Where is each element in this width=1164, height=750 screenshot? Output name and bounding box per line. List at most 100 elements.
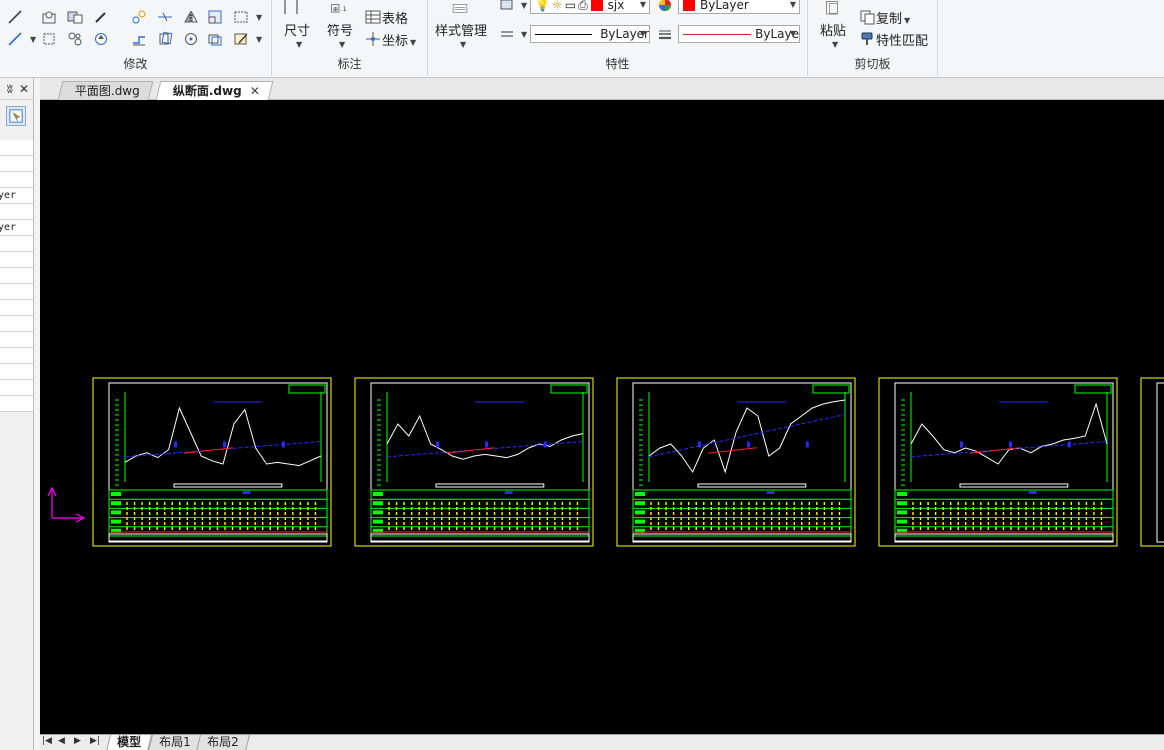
edit-hatch-icon[interactable] <box>232 30 250 48</box>
layer-select[interactable]: 💡 ☼ ▭ ⎙ sjx ▼ <box>530 0 650 14</box>
prev-layout-icon[interactable]: ◀ <box>58 736 65 746</box>
circle-rotate-icon[interactable] <box>182 30 200 48</box>
palette-row[interactable] <box>0 348 33 364</box>
dimension-icon[interactable] <box>282 0 300 16</box>
scale-icon[interactable] <box>206 8 224 26</box>
sheet-bottom-strip <box>894 533 1114 542</box>
palette-row[interactable] <box>0 396 33 412</box>
drawing-canvas[interactable] <box>40 100 1164 734</box>
chevron-down-icon[interactable]: ▼ <box>256 13 262 22</box>
palette-row[interactable] <box>0 284 33 300</box>
drawing-sheet-frame <box>92 377 332 547</box>
move-icon[interactable] <box>130 8 148 26</box>
linetype-preview <box>535 33 593 35</box>
chevron-down-icon[interactable]: ▼ <box>460 40 466 49</box>
palette-row[interactable] <box>0 140 33 156</box>
lineweight-select[interactable]: ByLaye ▼ <box>678 25 800 43</box>
table-marker <box>242 491 251 494</box>
palette-row[interactable] <box>0 316 33 332</box>
rotate-3d-icon[interactable] <box>92 30 110 48</box>
match-properties-label: 特性匹配 <box>876 34 929 49</box>
trim-icon[interactable] <box>156 8 174 26</box>
document-tab-bar: 平面图.dwg 纵断面.dwg ✕ <box>40 78 1164 100</box>
symbol-icon[interactable]: ⊕ .1 <box>326 0 352 18</box>
layout-tab-layout2[interactable]: 布局2 <box>196 735 250 750</box>
match-properties-icon[interactable] <box>858 30 876 48</box>
drawing-svg[interactable] <box>40 100 1164 734</box>
pick-icon[interactable] <box>92 8 110 26</box>
coordinate-icon[interactable] <box>364 30 382 48</box>
linetype-select[interactable]: ByLayer ▼ <box>530 25 650 43</box>
table-header-cell <box>111 510 121 515</box>
style-manager-icon[interactable] <box>446 0 474 18</box>
palette-row[interactable]: ayer <box>0 220 33 236</box>
circle-tool-icon[interactable] <box>40 8 58 26</box>
palette-row[interactable] <box>0 380 33 396</box>
palette-row[interactable] <box>0 172 33 188</box>
lineweight-icon[interactable] <box>656 25 674 43</box>
ground-profile <box>910 402 1108 465</box>
close-icon[interactable]: ✕ <box>250 82 260 100</box>
first-layout-icon[interactable]: |◀ <box>42 736 52 746</box>
layer-props-icon[interactable] <box>498 0 516 14</box>
chevron-down-icon[interactable]: ▼ <box>296 40 302 49</box>
chevron-down-icon[interactable]: ▼ <box>832 40 838 49</box>
array-icon[interactable] <box>40 30 58 48</box>
table-label: 表格 <box>382 12 409 27</box>
linetype-icon[interactable] <box>498 25 516 43</box>
palette-row[interactable] <box>0 204 33 220</box>
layout-tab-label: 布局1 <box>159 735 191 749</box>
line-icon[interactable] <box>6 8 24 26</box>
chevron-down-icon[interactable]: ▼ <box>521 1 527 10</box>
svg-text:.1: .1 <box>341 6 347 13</box>
tab-profile-dwg[interactable]: 纵断面.dwg ✕ <box>155 81 274 100</box>
chevron-down-icon[interactable]: ▼ <box>30 35 36 44</box>
palette-row[interactable] <box>0 332 33 348</box>
scale-bar <box>959 483 1069 488</box>
table-header-cell <box>897 510 907 515</box>
block-icon[interactable] <box>66 8 84 26</box>
sheet-bottom-strip <box>370 533 590 542</box>
palette-row[interactable] <box>0 252 33 268</box>
table-icon[interactable] <box>364 8 382 26</box>
layout-tab-model[interactable]: 模型 <box>106 735 153 750</box>
palette-row[interactable] <box>0 268 33 284</box>
dimension-label: 尺寸 <box>284 24 311 39</box>
color-wheel-icon[interactable] <box>656 0 674 14</box>
grade-change-line <box>445 447 495 454</box>
color-select[interactable]: ByLayer ▼ <box>678 0 800 14</box>
layout-tab-layout1[interactable]: 布局1 <box>148 735 202 750</box>
next-layout-icon[interactable]: ▶ <box>74 736 81 746</box>
close-icon[interactable]: ✕ <box>19 82 29 96</box>
copy-button[interactable]: 复制 ▼ <box>876 8 910 27</box>
construction-line-icon[interactable] <box>6 30 24 48</box>
chevron-down-icon[interactable]: ▼ <box>256 35 262 44</box>
tab-plan-dwg[interactable]: 平面图.dwg <box>57 81 154 100</box>
group-icon[interactable] <box>66 30 84 48</box>
match-properties-button[interactable]: 特性匹配 <box>876 30 928 49</box>
rotate-icon[interactable] <box>156 30 174 48</box>
style-manager-button[interactable]: 样式管理 <box>435 20 487 39</box>
palette-row[interactable] <box>0 364 33 380</box>
offset-icon[interactable] <box>206 30 224 48</box>
paste-icon[interactable] <box>820 0 844 18</box>
chevron-down-icon[interactable]: ▼ <box>521 30 527 39</box>
palette-row[interactable] <box>0 300 33 316</box>
palette-row[interactable]: ayer <box>0 188 33 204</box>
chevron-down-icon[interactable]: ▼ <box>339 40 345 49</box>
coordinate-button[interactable]: 坐标 ▼ <box>382 30 416 49</box>
stretch-icon[interactable] <box>130 30 148 48</box>
palette-row[interactable] <box>0 156 33 172</box>
last-layout-icon[interactable]: ▶| <box>90 736 100 746</box>
symbol-button[interactable]: 符号 <box>327 20 353 39</box>
copy-icon[interactable] <box>858 8 876 26</box>
pin-icon[interactable]: ʬ <box>7 82 13 96</box>
quick-select-button[interactable] <box>6 106 26 126</box>
rectangle-select-icon[interactable] <box>232 8 250 26</box>
palette-row[interactable] <box>0 236 33 252</box>
mirror-icon[interactable] <box>182 8 200 26</box>
paste-button[interactable]: 粘贴 <box>820 20 846 39</box>
dimension-button[interactable]: 尺寸 <box>284 20 310 39</box>
table-button[interactable]: 表格 <box>382 8 408 27</box>
title-block <box>288 384 326 394</box>
